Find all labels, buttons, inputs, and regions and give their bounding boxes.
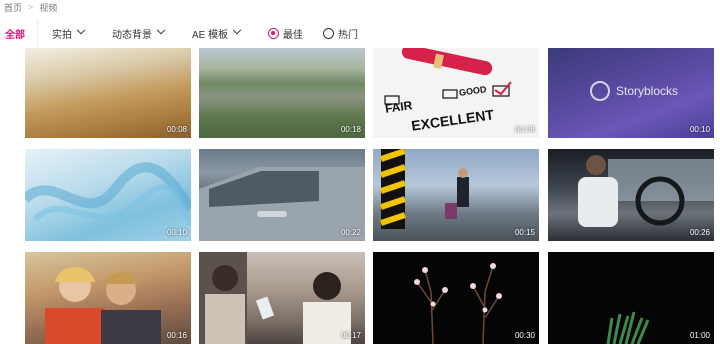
video-card[interactable]: 00:26 [548, 149, 714, 241]
video-card[interactable]: 00:22 [199, 149, 365, 241]
storyblocks-watermark: Storyblocks [616, 84, 679, 98]
storyblocks-logo-icon [590, 81, 610, 101]
video-duration: 00:10 [689, 125, 710, 134]
video-duration: 00:08 [166, 125, 187, 134]
video-card[interactable]: 00:16 [25, 252, 191, 344]
video-grid: 00:08 00:18 FAIR GOOD EXCELLENT 00:08 St… [0, 0, 720, 344]
video-duration: 00:22 [340, 228, 361, 237]
video-duration: 00:18 [340, 125, 361, 134]
video-card[interactable]: 00:17 [199, 252, 365, 344]
video-duration: 00:15 [514, 228, 535, 237]
video-duration: 01:00 [689, 331, 710, 340]
video-duration: 00:26 [689, 228, 710, 237]
video-card[interactable]: 00:18 [199, 48, 365, 138]
video-duration: 00:17 [340, 331, 361, 340]
video-card[interactable]: 01:00 [548, 252, 714, 344]
video-card[interactable]: 00:10 [25, 149, 191, 241]
video-duration: 00:08 [514, 125, 535, 134]
video-card[interactable]: 00:08 [25, 48, 191, 138]
video-card[interactable]: 00:30 [373, 252, 539, 344]
video-card[interactable]: Storyblocks 00:10 [548, 48, 714, 138]
video-card[interactable]: 00:15 [373, 149, 539, 241]
video-duration: 00:30 [514, 331, 535, 340]
video-duration: 00:16 [166, 331, 187, 340]
video-card[interactable]: FAIR GOOD EXCELLENT 00:08 [373, 48, 539, 138]
video-duration: 00:10 [166, 228, 187, 237]
